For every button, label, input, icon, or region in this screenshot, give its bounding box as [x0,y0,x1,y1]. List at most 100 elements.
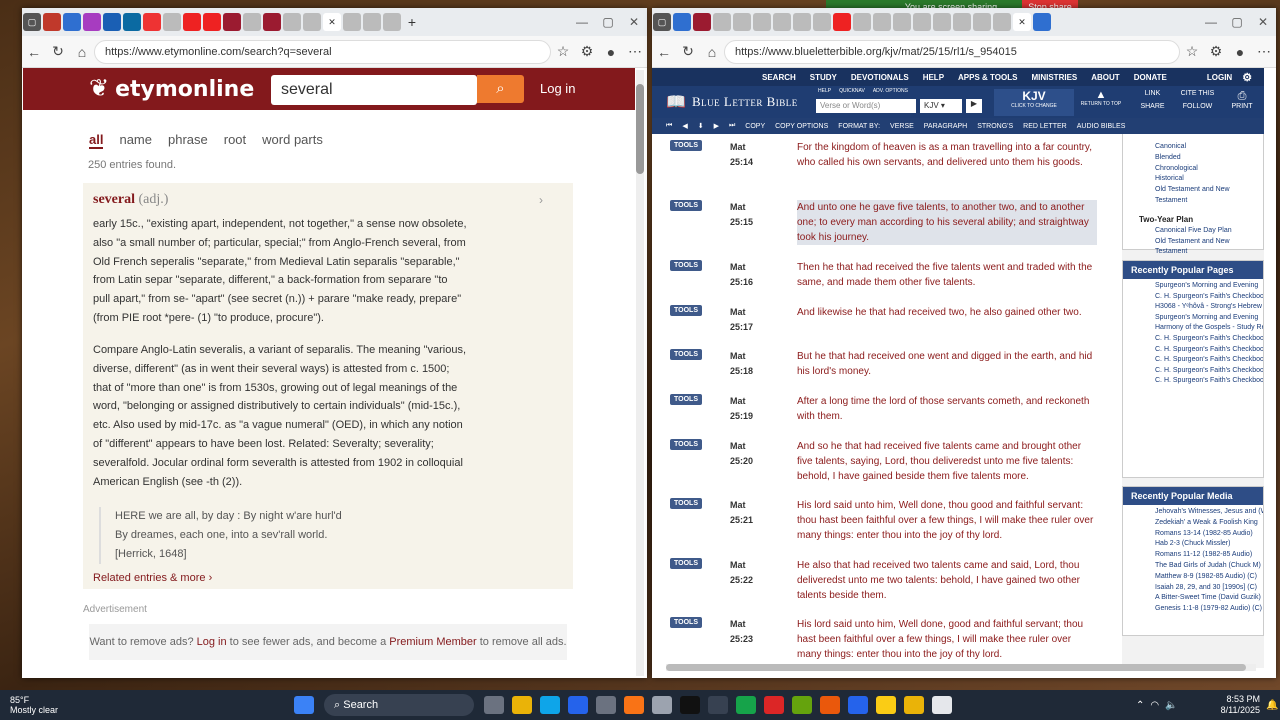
plan-link[interactable]: Canonical [1155,142,1263,153]
popular-page-link[interactable]: C. H. Spurgeon's Faith's Checkbook (July… [1155,292,1263,303]
strongs-toggle[interactable]: STRONG'S [977,123,1013,130]
right-tab-strip[interactable]: ▢ ✕ — ▢ ✕ [652,8,1276,36]
tab-word-parts[interactable]: word parts [262,132,323,149]
popular-media-link[interactable]: Matthew 8-9 (1982-85 Audio) (C) [1155,572,1263,583]
popular-page-link[interactable]: C. H. Spurgeon's Faith's Checkbook (July… [1155,366,1263,377]
app-icon[interactable] [764,696,784,714]
tab-icon[interactable] [973,13,991,31]
share-button[interactable]: SHARE [1130,103,1175,110]
verse-ref[interactable]: Mat 25:20 [730,439,753,469]
tab-icon[interactable]: ▢ [23,13,41,31]
tab-icon[interactable] [103,13,121,31]
tab-icon[interactable] [43,13,61,31]
popular-page-link[interactable]: C. H. Spurgeon's Faith's Checkbook (July… [1155,345,1263,356]
document-icon[interactable] [932,696,952,714]
nav-search[interactable]: SEARCH [762,73,796,82]
first-chapter-icon[interactable]: ⏮ [666,122,672,130]
down-icon[interactable]: ⬇ [698,122,704,130]
profile-icon[interactable]: ● [1228,44,1252,60]
notifications-icon[interactable]: 🔔 [1266,700,1280,711]
popular-page-link[interactable]: C. H. Spurgeon's Faith's Checkbook (Febr… [1155,334,1263,345]
tab-icon[interactable] [303,13,321,31]
nav-apps-tools[interactable]: APPS & TOOLS [958,73,1017,82]
menu-icon[interactable]: ⋯ [623,43,647,60]
reload-icon[interactable]: ↻ [46,43,70,60]
tab-icon[interactable] [693,13,711,31]
tab-icon[interactable] [673,13,691,31]
back-icon[interactable]: ← [652,44,676,60]
minimize-icon[interactable]: — [1198,15,1224,29]
outlook-icon[interactable] [568,696,588,714]
verse-ref[interactable]: Mat 25:19 [730,394,753,424]
tab-icon[interactable] [123,13,141,31]
cite-button[interactable]: CITE THIS [1175,90,1220,97]
nav-login[interactable]: LOGIN [1207,73,1232,82]
tab-icon[interactable] [853,13,871,31]
premium-member-link[interactable]: Premium Member [389,636,476,648]
popular-page-link[interactable]: H3068 - Yᵉhôvâ - Strong's Hebrew [1155,302,1263,313]
tools-button[interactable]: TOOLS [670,349,702,360]
task-view-icon[interactable] [484,696,504,714]
star-icon[interactable]: ☆ [1180,43,1204,60]
popular-page-link[interactable]: C. H. Spurgeon's Faith's Checkbook (July… [1155,355,1263,366]
popular-page-link[interactable]: C. H. Spurgeon's Faith's Checkbook (July… [1155,376,1263,387]
return-to-top-button[interactable]: ▲ RETURN TO TOP [1080,89,1122,116]
ad-login-link[interactable]: Log in [197,636,227,648]
tab-icon[interactable] [833,13,851,31]
horizontal-scrollbar[interactable] [666,664,1256,671]
tab-icon[interactable] [243,13,261,31]
tab-icon[interactable] [713,13,731,31]
popular-media-link[interactable]: Romans 13-14 (1982-85 Audio) [1155,529,1263,540]
tab-root[interactable]: root [224,132,246,149]
taskbar-search[interactable]: ⌕ Search [324,694,474,716]
nav-devotionals[interactable]: DEVOTIONALS [851,73,909,82]
close-window-icon[interactable]: ✕ [621,15,647,29]
settings-gear-icon[interactable]: ⚙ [1242,71,1252,84]
plan-link[interactable]: Old Testament and New Testament [1155,185,1263,207]
plan-link[interactable]: Chronological [1155,164,1263,175]
app-icon[interactable] [708,696,728,714]
tab-icon[interactable] [813,13,831,31]
nav-ministries[interactable]: MINISTRIES [1031,73,1077,82]
brand-name[interactable]: Blue Letter Bible [692,94,798,110]
entry-title[interactable]: several (adj.) [93,192,168,208]
plan-link[interactable]: Old Testament and New Testament [1155,237,1263,259]
link-button[interactable]: LINK [1130,90,1175,97]
login-link[interactable]: Log in [540,81,575,96]
tools-button[interactable]: TOOLS [670,439,702,450]
plan-link[interactable]: Canonical Five Day Plan [1155,226,1263,237]
verse-ref[interactable]: Mat 25:15 [730,200,753,230]
search-go-button[interactable]: ▶ [966,99,982,113]
tools-button[interactable]: TOOLS [670,498,702,509]
tools-button[interactable]: TOOLS [670,140,702,151]
verse-ref[interactable]: Mat 25:22 [730,558,753,588]
tab-icon[interactable] [63,13,81,31]
etymonline-logo[interactable]: ❦ etymonline [89,74,254,102]
nav-donate[interactable]: DONATE [1134,73,1167,82]
nav-help[interactable]: HELP [923,73,944,82]
nav-study[interactable]: STUDY [810,73,837,82]
prev-chapter-icon[interactable]: ◀ [682,122,687,130]
clock[interactable]: 8:53 PM 8/11/2025 [1206,694,1266,716]
wifi-icon[interactable]: ◠ [1150,700,1159,711]
back-icon[interactable]: ← [22,44,46,60]
tab-icon[interactable] [733,13,751,31]
related-entries-link[interactable]: Related entries & more › [93,572,212,584]
tab-icon[interactable] [143,13,161,31]
tab-icon[interactable] [773,13,791,31]
version-select[interactable]: KJV ▾ [920,99,962,113]
app-icon[interactable] [736,696,756,714]
tab-icon[interactable]: ▢ [653,13,671,31]
tab-icon[interactable] [223,13,241,31]
zoom-icon[interactable] [848,696,868,714]
verse-ref[interactable]: Mat 25:17 [730,305,753,335]
chevron-right-icon[interactable]: › [539,193,543,207]
tab-name[interactable]: name [119,132,152,149]
plan-link[interactable]: Historical [1155,174,1263,185]
app-icon[interactable] [792,696,812,714]
tab-phrase[interactable]: phrase [168,132,208,149]
tools-button[interactable]: TOOLS [670,617,702,628]
verse-ref[interactable]: Mat 25:14 [730,140,753,170]
maximize-icon[interactable]: ▢ [1224,15,1250,29]
adv-options-link[interactable]: ADV. OPTIONS [873,88,908,94]
